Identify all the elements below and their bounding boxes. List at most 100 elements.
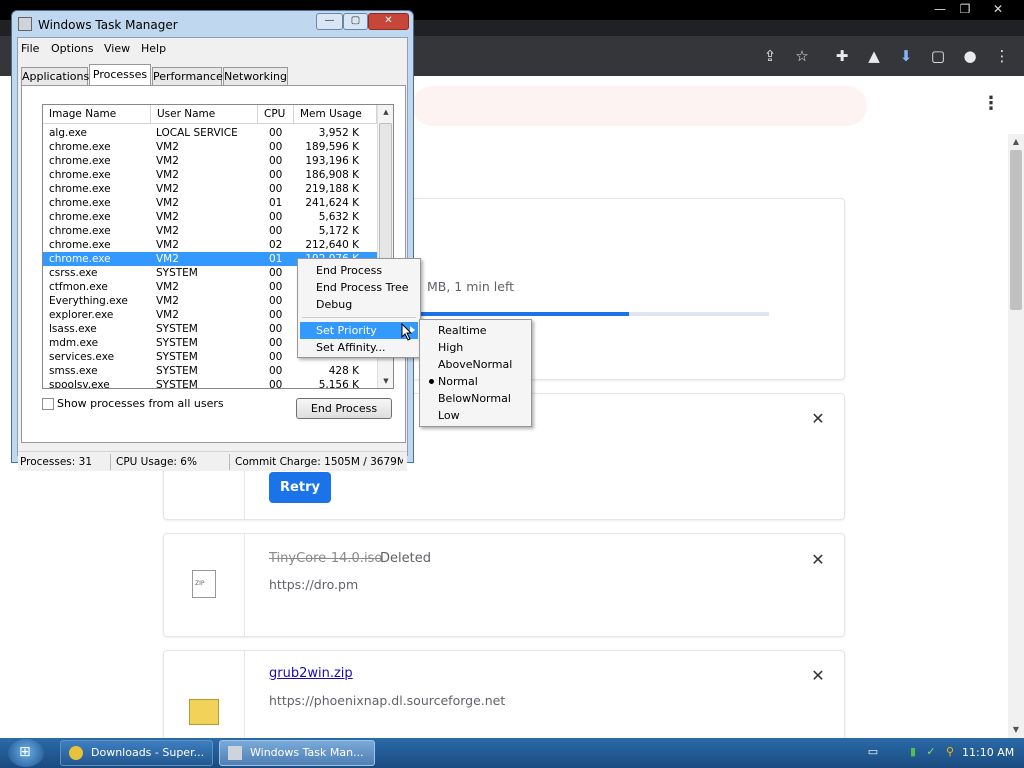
task-manager-titlebar[interactable]: Windows Task Manager	[18, 16, 268, 34]
cell-cpu: 00	[269, 295, 283, 307]
table-row[interactable]: chrome.exe VM2 00 193,196 K	[43, 154, 377, 168]
cell-image-name: csrss.exe	[49, 267, 98, 279]
checkbox-box[interactable]	[42, 398, 54, 410]
table-row[interactable]: chrome.exe VM2 00 186,908 K	[43, 168, 377, 182]
task-label: Downloads - Super...	[91, 746, 205, 759]
cell-user-name: VM2	[156, 155, 179, 167]
cell-mem-usage: 193,196 K	[305, 155, 359, 167]
extensions-icon[interactable]: ✚	[830, 44, 854, 68]
checkbox-label: Show processes from all users	[57, 397, 224, 410]
network-icon[interactable]: ▮	[906, 745, 920, 759]
priority-normal-label: Normal	[438, 375, 478, 388]
profile-icon[interactable]: ●	[958, 44, 982, 68]
table-row[interactable]: chrome.exe VM2 00 189,596 K	[43, 140, 377, 154]
tab-processes[interactable]: Processes	[89, 64, 151, 86]
table-row[interactable]: spoolsv.exe SYSTEM 00 5,156 K	[43, 378, 377, 388]
table-row[interactable]: alg.exe LOCAL SERVICE 00 3,952 K	[43, 126, 377, 140]
scroll-down-arrow[interactable]: ▼	[378, 374, 393, 388]
menu-set-affinity[interactable]: Set Affinity...	[300, 339, 418, 356]
priority-high[interactable]: High	[422, 339, 529, 356]
menu-view[interactable]: View	[104, 42, 130, 55]
col-image-name[interactable]: Image Name	[43, 105, 151, 124]
menu-debug[interactable]: Debug	[300, 296, 418, 313]
table-row[interactable]: chrome.exe VM2 00 5,172 K	[43, 224, 377, 238]
sound-icon[interactable]: ✓	[924, 745, 938, 759]
end-process-button[interactable]: End Process	[296, 398, 392, 419]
table-row[interactable]: chrome.exe VM2 00 219,188 K	[43, 182, 377, 196]
cell-mem-usage: 3,952 K	[318, 127, 359, 139]
remove-download-icon[interactable]: ✕	[808, 409, 828, 429]
share-icon[interactable]: ⇪	[758, 44, 782, 68]
remove-download-icon[interactable]: ✕	[808, 666, 828, 686]
star-icon[interactable]: ☆	[790, 44, 814, 68]
cell-user-name: VM2	[156, 309, 179, 321]
start-button[interactable]: ⊞	[8, 739, 44, 767]
menu-help[interactable]: Help	[141, 42, 166, 55]
sidepanel-icon[interactable]: ▢	[926, 44, 950, 68]
cell-image-name: lsass.exe	[49, 323, 97, 335]
menu-end-process[interactable]: End Process	[300, 262, 418, 279]
cell-mem-usage: 212,640 K	[305, 239, 359, 251]
retry-button[interactable]: Retry	[269, 472, 331, 503]
menu-options[interactable]: Options	[51, 42, 93, 55]
search-everything-icon[interactable]: ⚲	[943, 745, 957, 759]
restore-button[interactable]: ❐	[953, 1, 977, 17]
cell-cpu: 00	[269, 141, 283, 153]
menu-separator	[302, 317, 416, 318]
cell-user-name: SYSTEM	[156, 323, 198, 335]
tab-performance[interactable]: Performance	[152, 67, 223, 85]
flask-icon[interactable]: ▲	[862, 44, 886, 68]
tm-maximize-button[interactable]: ▢	[343, 13, 368, 30]
keyboard-icon[interactable]: ▭	[866, 745, 880, 759]
task-task-manager[interactable]: Windows Task Man...	[219, 740, 375, 766]
download-filename-link[interactable]: grub2win.zip	[269, 666, 353, 681]
task-manager-icon	[228, 746, 242, 760]
page-scrollbar[interactable]: ▲ ▼	[1008, 134, 1024, 738]
tm-minimize-button[interactable]: —	[316, 13, 343, 30]
taskbar: ⊞ Downloads - Super... Windows Task Man.…	[0, 738, 1024, 768]
remove-download-icon[interactable]: ✕	[808, 550, 828, 570]
col-user-name[interactable]: User Name	[151, 105, 258, 124]
priority-abovenormal[interactable]: AboveNormal	[422, 356, 529, 373]
priority-realtime[interactable]: Realtime	[422, 322, 529, 339]
menu-end-process-tree[interactable]: End Process Tree	[300, 279, 418, 296]
tab-applications[interactable]: Applications	[21, 67, 89, 85]
table-row[interactable]: smss.exe SYSTEM 00 428 K	[43, 364, 377, 378]
tab-networking[interactable]: Networking	[223, 67, 288, 85]
download-status-text: MB, 1 min left	[427, 279, 515, 294]
priority-low[interactable]: Low	[422, 407, 529, 424]
tm-close-button[interactable]: ✕	[368, 13, 409, 30]
cell-image-name: chrome.exe	[49, 155, 111, 167]
clock[interactable]: 11:10 AM	[962, 746, 1014, 759]
table-row[interactable]: chrome.exe VM2 01 241,624 K	[43, 196, 377, 210]
cell-mem-usage: 428 K	[328, 365, 359, 377]
download-icon[interactable]: ⬇	[894, 44, 918, 68]
download-card-deleted: ZIP TinyCore-14.0.iso Deleted https://dr…	[163, 533, 845, 637]
priority-submenu: Realtime High AboveNormal Normal BelowNo…	[419, 319, 532, 427]
col-mem-usage[interactable]: Mem Usage	[294, 105, 377, 124]
page-menu-icon[interactable]: ⋮	[982, 94, 1000, 114]
menu-icon[interactable]: ⋮	[990, 44, 1014, 68]
menu-file[interactable]: File	[21, 42, 39, 55]
cell-cpu: 00	[269, 211, 283, 223]
priority-normal[interactable]: Normal	[422, 373, 529, 390]
scroll-down-arrow[interactable]: ▼	[1012, 726, 1020, 734]
minimize-button[interactable]: —	[928, 1, 952, 17]
priority-belownormal[interactable]: BelowNormal	[422, 390, 529, 407]
table-row[interactable]: chrome.exe VM2 00 5,632 K	[43, 210, 377, 224]
search-bar[interactable]	[412, 86, 867, 126]
scroll-up-arrow[interactable]: ▲	[1012, 138, 1020, 146]
file-icon: ZIP	[192, 570, 216, 598]
task-chrome-downloads[interactable]: Downloads - Super...	[60, 740, 213, 766]
table-row[interactable]: chrome.exe VM2 02 212,640 K	[43, 238, 377, 252]
col-cpu[interactable]: CPU	[258, 105, 294, 124]
cell-user-name: VM2	[156, 253, 179, 265]
cell-cpu: 00	[269, 127, 283, 139]
scroll-up-arrow[interactable]: ▲	[378, 105, 393, 119]
download-source-url: https://phoenixnap.dl.sourceforge.net	[269, 693, 506, 708]
close-window-button[interactable]: ✕	[986, 1, 1010, 17]
process-scrollbar-thumb[interactable]	[379, 123, 392, 263]
task-manager-icon	[18, 17, 32, 31]
page-scrollbar-thumb[interactable]	[1010, 150, 1022, 310]
download-filename: TinyCore-14.0.iso	[269, 551, 383, 566]
